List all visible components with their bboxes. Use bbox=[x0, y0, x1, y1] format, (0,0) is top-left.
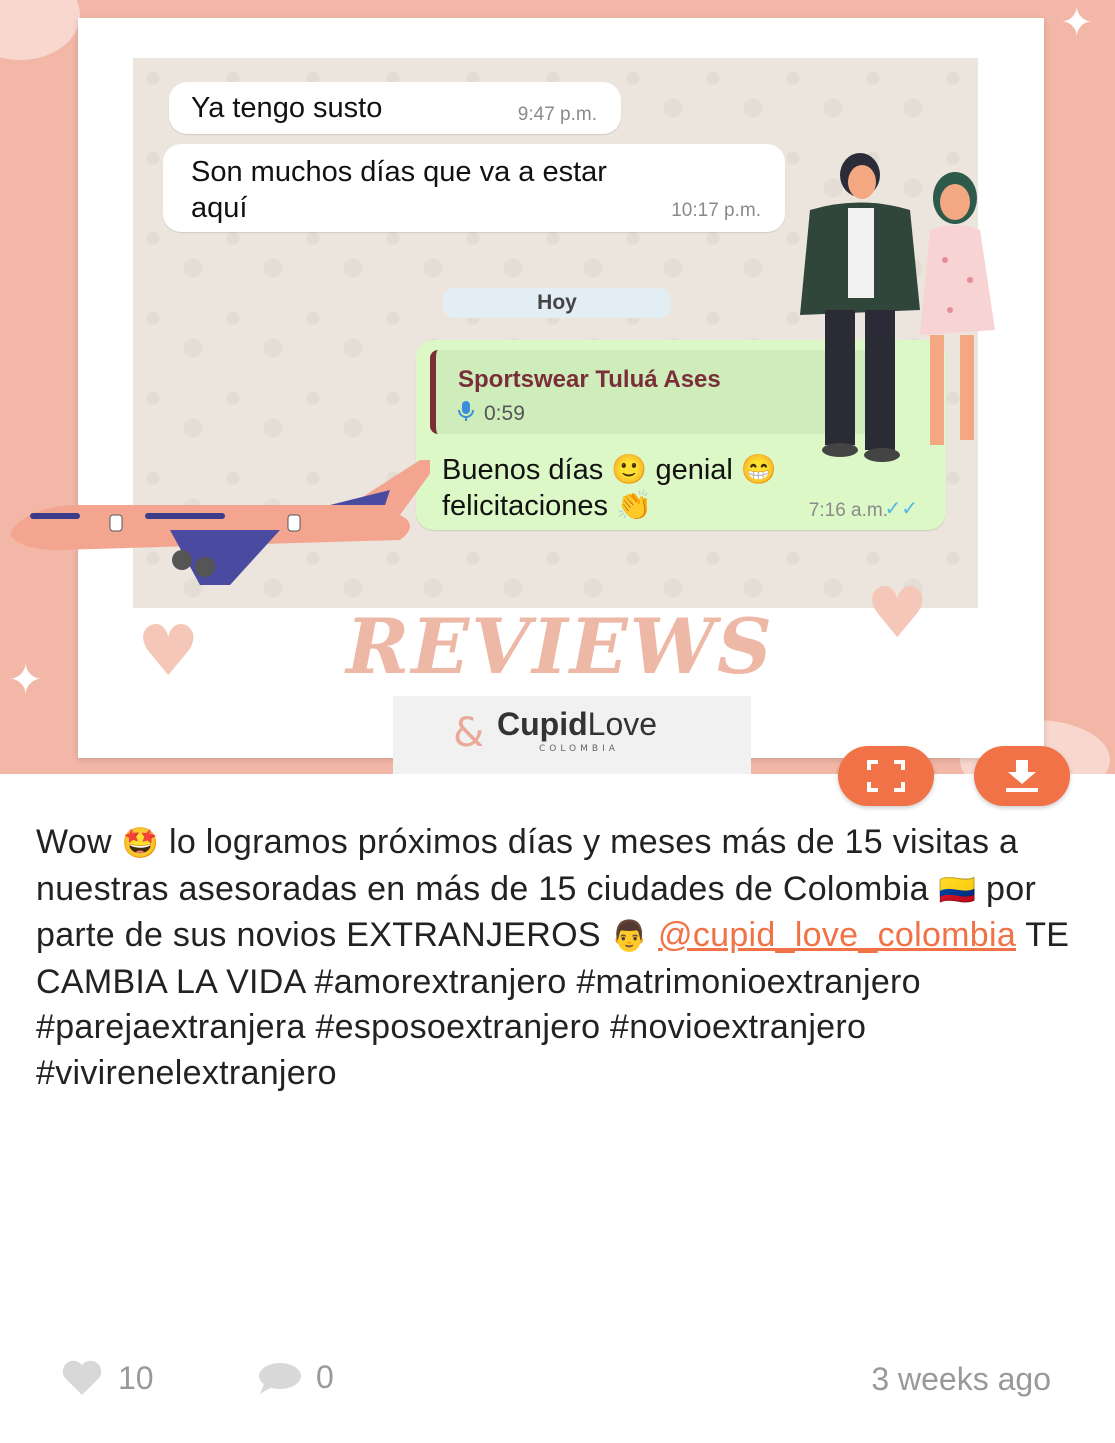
airplane-illustration bbox=[10, 460, 430, 585]
like-button[interactable]: 10 bbox=[60, 1359, 154, 1397]
caption-text: Wow bbox=[36, 823, 122, 861]
comment-icon bbox=[259, 1362, 301, 1394]
emoji: 👨 bbox=[610, 919, 649, 954]
download-button[interactable] bbox=[974, 746, 1070, 806]
expand-button[interactable] bbox=[838, 746, 934, 806]
heart-icon: ♥ bbox=[137, 610, 200, 692]
message-time: 9:47 p.m. bbox=[517, 104, 597, 125]
comment-button[interactable]: 0 bbox=[256, 1359, 334, 1396]
cupid-logo-icon: & bbox=[453, 710, 485, 756]
logo-text: CupidLove bbox=[497, 706, 658, 742]
audio-duration: 0:59 bbox=[484, 402, 525, 425]
emoji: 🤩 bbox=[121, 826, 160, 861]
decor-blob bbox=[0, 0, 80, 60]
message-time: 7:16 a.m. bbox=[808, 500, 888, 521]
like-count: 10 bbox=[118, 1359, 154, 1396]
logo-subtitle: COLOMBIA bbox=[539, 744, 619, 754]
post-timestamp: 3 weeks ago bbox=[871, 1361, 1051, 1397]
post-card: Ya tengo susto 9:47 p.m. Son muchos días… bbox=[0, 0, 1115, 1443]
sparkle-icon: ✦ bbox=[8, 655, 44, 704]
comment-count: 0 bbox=[316, 1359, 334, 1395]
mic-icon bbox=[458, 400, 474, 428]
download-icon bbox=[1006, 760, 1038, 792]
quoted-name: Sportswear Tuluá Ases bbox=[458, 366, 721, 393]
day-divider: Hoy bbox=[443, 288, 671, 318]
caption-text: lo logramos próximos días y meses más de… bbox=[36, 823, 1019, 908]
mention-link[interactable]: @cupid_love_colombia bbox=[658, 916, 1016, 954]
post-image[interactable]: Ya tengo susto 9:47 p.m. Son muchos días… bbox=[0, 0, 1115, 774]
heart-icon bbox=[62, 1360, 102, 1395]
couple-illustration bbox=[800, 153, 995, 462]
heart-icon: ♥ bbox=[866, 572, 929, 654]
message-time: 10:17 p.m. bbox=[671, 200, 761, 221]
post-footer: 10 0 3 weeks ago bbox=[0, 1355, 1115, 1405]
chat-message: Son muchos días que va a estar aquí 10:1… bbox=[163, 144, 785, 232]
emoji: 🇨🇴 bbox=[938, 872, 977, 908]
banner-title: REVIEWS bbox=[346, 602, 774, 691]
post-caption: Wow 🤩 lo logramos próximos días y meses … bbox=[36, 820, 1086, 1096]
read-ticks-icon: ✓✓ bbox=[884, 498, 918, 520]
chat-message: Ya tengo susto 9:47 p.m. bbox=[169, 82, 621, 134]
fullscreen-icon bbox=[867, 760, 905, 792]
sparkle-icon: ✦ bbox=[1060, 0, 1094, 46]
message-text: Ya tengo susto bbox=[191, 92, 383, 124]
message-text: Son muchos días que va a estar aquí bbox=[191, 156, 607, 224]
brand-logo: & CupidLove COLOMBIA bbox=[393, 696, 751, 774]
